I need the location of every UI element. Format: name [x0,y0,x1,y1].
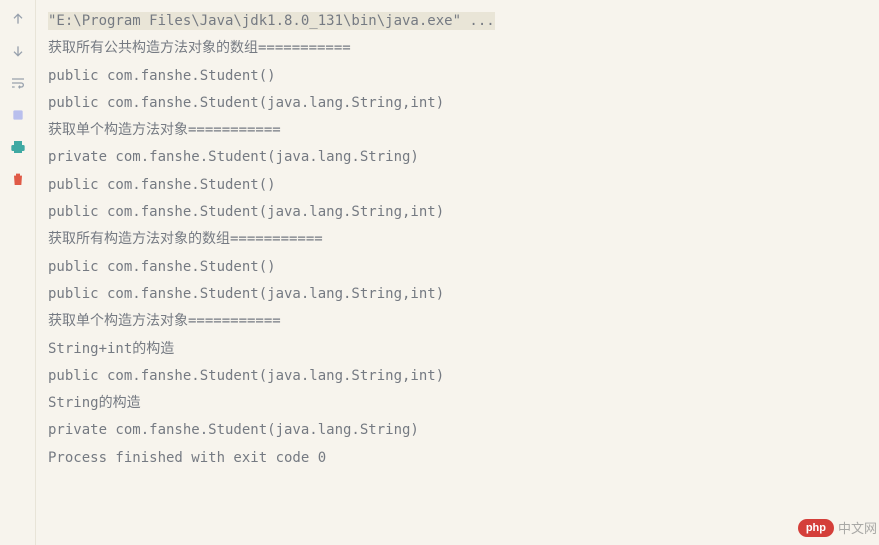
output-line: public com.fanshe.Student(java.lang.Stri… [48,363,867,390]
console-gutter [0,0,36,545]
output-line: String+int的构造 [48,336,867,363]
command-line: "E:\Program Files\Java\jdk1.8.0_131\bin\… [48,8,867,35]
watermark: php 中文网 [798,518,877,537]
output-line: 获取所有构造方法对象的数组=========== [48,226,867,253]
output-line: 获取所有公共构造方法对象的数组=========== [48,35,867,62]
output-line: public com.fanshe.Student() [48,63,867,90]
output-line: String的构造 [48,390,867,417]
output-line: private com.fanshe.Student(java.lang.Str… [48,144,867,171]
print-icon[interactable] [9,138,27,156]
output-line: private com.fanshe.Student(java.lang.Str… [48,417,867,444]
watermark-text: 中文网 [838,518,877,537]
watermark-pill: php [798,519,834,537]
output-line: public com.fanshe.Student() [48,172,867,199]
output-line: public com.fanshe.Student() [48,254,867,281]
trash-icon[interactable] [9,170,27,188]
output-line: public com.fanshe.Student(java.lang.Stri… [48,281,867,308]
output-line: public com.fanshe.Student(java.lang.Stri… [48,90,867,117]
console-output[interactable]: "E:\Program Files\Java\jdk1.8.0_131\bin\… [36,0,879,545]
output-line: 获取单个构造方法对象=========== [48,308,867,335]
output-line: 获取单个构造方法对象=========== [48,117,867,144]
output-line: public com.fanshe.Student(java.lang.Stri… [48,199,867,226]
soft-wrap-icon[interactable] [9,74,27,92]
output-line: Process finished with exit code 0 [48,445,867,472]
scroll-to-end-icon[interactable] [9,106,27,124]
arrow-up-icon[interactable] [9,10,27,28]
arrow-down-icon[interactable] [9,42,27,60]
